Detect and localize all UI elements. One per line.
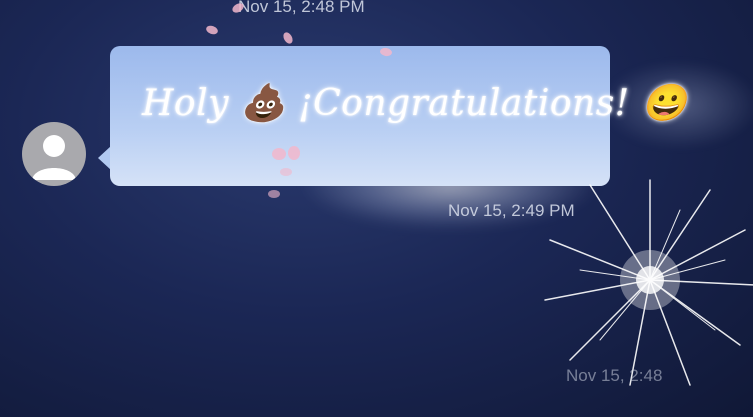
petal-decoration [281, 30, 295, 46]
firework-effect [544, 179, 753, 386]
petal-decoration [272, 148, 286, 160]
message-timestamp-bottom: Nov 15, 2:48 [566, 366, 663, 385]
petal-decoration [268, 190, 280, 198]
petal-decoration [288, 146, 300, 160]
petal-decoration [204, 24, 220, 36]
contact-avatar[interactable] [22, 122, 86, 186]
petal-decoration [280, 168, 292, 176]
person-placeholder-icon [32, 135, 76, 180]
message-text: Holy 💩 ¡Congratulations! 😀 [142, 83, 687, 124]
message-timestamp-top: Nov 15, 2:48 PM [238, 0, 365, 16]
message-bubble[interactable]: Holy 💩 ¡Congratulations! 😀 [110, 46, 686, 186]
